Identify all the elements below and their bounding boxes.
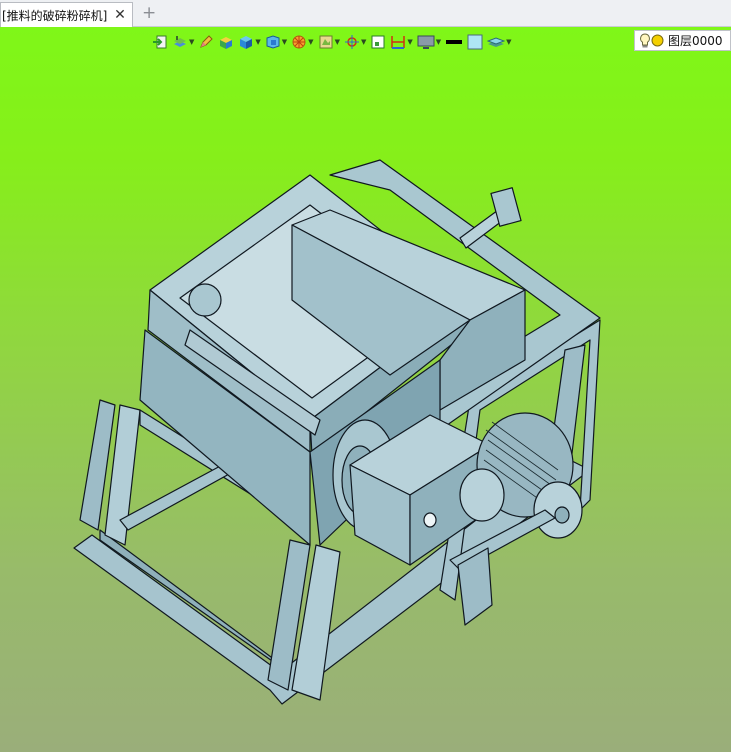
motor-pulley-left [459,468,505,522]
base-rail [99,529,286,671]
crusher-model[interactable] [0,27,731,752]
document-tab-title: [推料的破碎粉碎机] [2,8,108,23]
bearing-flange-left [188,283,222,317]
tab-bar: [推料的破碎粉碎机] ✕ + [0,0,731,27]
gearbox-shaft-hole [423,512,437,528]
document-tab[interactable]: [推料的破碎粉碎机] ✕ [0,2,133,27]
pulley-hub [554,506,570,524]
close-icon[interactable]: ✕ [112,8,128,22]
add-tab-button[interactable]: + [142,3,156,23]
3d-viewport[interactable]: ▼ ▼ ▼ ▼ ▼ ▼ ▼ ▼ ▼ 图层0000 [0,27,731,752]
